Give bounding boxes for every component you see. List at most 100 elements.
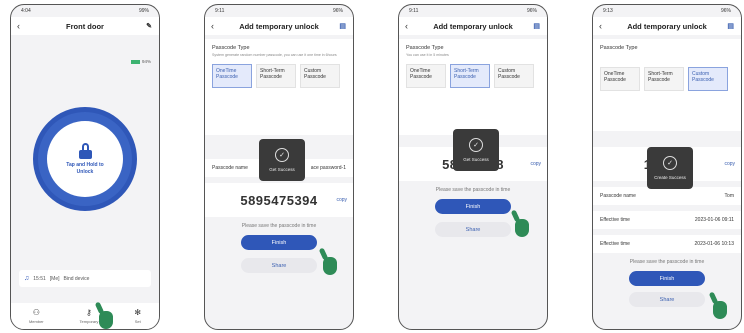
status-bar: 4:04 99% [11,5,159,17]
type-options: OneTime Passcode Short-Term Passcode Cus… [406,64,540,89]
option-shortterm[interactable]: Short-Term Passcode [256,64,296,89]
page-title: Add temporary unlock [627,21,707,31]
copy-button[interactable]: copy [336,197,347,203]
type-section: Passcode Type OneTime Passcode Short-Ter… [593,39,741,131]
person-icon: ⚇ [32,308,40,317]
nav-temporary-label: Temporary [79,319,99,324]
nav-set-label: Set [134,319,141,324]
back-icon[interactable]: ‹ [211,21,214,31]
status-time: 9:13 [603,8,613,14]
check-icon: ✓ [663,156,677,170]
hand-pointer-icon [713,301,727,319]
phone-front-door: 4:04 99% ‹ Front door ✎ 94% Tap and Hold … [10,4,160,330]
phone-shortterm: 9:11 96% ‹ Add temporary unlock ▤ Passcod… [398,4,548,330]
bell-icon: ♫ [24,275,30,282]
status-bar: 9:13 96% [593,5,741,17]
lock-icon [78,143,92,159]
header: ‹ Front door ✎ [11,17,159,35]
nav-member-label: Member [28,319,44,324]
toast-label: Get Success [269,167,295,172]
passcode-name-value: Tom [724,193,734,199]
toast-label: Create Success [654,175,686,180]
record-icon[interactable]: ▤ [727,22,734,30]
type-section: Passcode Type System generate random num… [205,39,353,135]
log-time: 15:51 [33,275,46,282]
hand-pointer-icon [323,257,337,275]
nav-member[interactable]: ⚇ Member [29,308,44,324]
share-button[interactable]: Share [241,258,317,273]
copy-button[interactable]: copy [724,161,735,167]
header: ‹ Add temporary unlock ▤ [593,17,741,35]
type-description: You can use it in 5 minutes [406,53,449,57]
end-time-row[interactable]: Effective time 2023-01-06 10:13 [593,235,741,253]
option-custom[interactable]: Custom Passcode [494,64,534,89]
edit-icon[interactable]: ✎ [146,22,152,30]
header: ‹ Add temporary unlock ▤ [399,17,547,35]
unlock-inner: Tap and Hold to Unlock [47,121,123,197]
status-time: 9:11 [409,8,419,14]
save-note: Please save the passcode in time [435,187,511,193]
check-icon: ✓ [469,138,483,152]
unlock-label: Tap and Hold to Unlock [66,162,104,175]
page-title: Add temporary unlock [433,21,513,31]
header: ‹ Add temporary unlock ▤ [205,17,353,35]
phone-custom: 9:13 96% ‹ Add temporary unlock ▤ Passcod… [592,4,742,330]
success-toast: ✓ Create Success [647,147,693,189]
passcode-value: 5895475394 [240,192,318,208]
start-time-row[interactable]: Effective time 2023-01-06 09:11 [593,211,741,229]
log-entry: ♫ 15:51 [Me] Bind device [19,270,151,287]
passcode-name-value: ace password-1 [310,165,346,171]
log-action: Bind device [63,275,90,282]
record-icon[interactable]: ▤ [533,22,540,30]
save-note: Please save the passcode in time [241,223,317,229]
save-note: Please save the passcode in time [629,259,705,265]
unlock-button[interactable]: Tap and Hold to Unlock [33,107,137,211]
battery-icon [130,59,140,64]
toast-label: Get Success [463,157,489,162]
option-onetime[interactable]: OneTime Passcode [600,67,640,91]
finish-button[interactable]: Finish [241,235,317,250]
option-custom[interactable]: Custom Passcode [300,64,340,89]
status-battery: 96% [526,8,537,14]
finish-button[interactable]: Finish [435,199,511,214]
record-icon[interactable]: ▤ [339,22,346,30]
back-icon[interactable]: ‹ [17,21,20,31]
page-title: Add temporary unlock [239,21,319,31]
back-icon[interactable]: ‹ [405,21,408,31]
success-toast: ✓ Get Success [453,129,499,171]
share-button[interactable]: Share [435,222,511,237]
status-bar: 9:11 96% [205,5,353,17]
finish-button[interactable]: Finish [629,271,705,286]
type-label: Passcode Type [600,45,638,51]
start-time-label: Effective time [600,217,630,223]
lock-battery: 94% [130,59,151,64]
phone-onetime: 9:11 96% ‹ Add temporary unlock ▤ Passcod… [204,4,354,330]
status-battery: 96% [332,8,343,14]
option-custom[interactable]: Custom Passcode [688,67,728,91]
option-onetime[interactable]: OneTime Passcode [212,64,252,89]
share-button[interactable]: Share [629,292,705,307]
status-battery: 99% [138,8,149,14]
copy-button[interactable]: copy [530,161,541,167]
bottom-nav: ⚇ Member ⚷ Temporary ✻ Set [11,303,159,329]
status-battery: 96% [720,8,731,14]
hand-pointer-icon [99,311,113,329]
option-shortterm[interactable]: Short-Term Passcode [450,64,490,89]
passcode-name-row[interactable]: Passcode name Tom [593,187,741,205]
passcode-name-label: Passcode name [600,193,636,199]
type-label: Passcode Type [212,45,250,51]
type-description: System generate random number passcode, … [212,53,337,57]
type-options: OneTime Passcode Short-Term Passcode Cus… [212,64,346,89]
passcode-name-label: Passcode name [212,165,248,171]
success-toast: ✓ Get Success [259,139,305,181]
lock-battery-label: 94% [141,59,151,64]
end-time-label: Effective time [600,241,630,247]
nav-set[interactable]: ✻ Set [134,308,141,324]
back-icon[interactable]: ‹ [599,21,602,31]
option-shortterm[interactable]: Short-Term Passcode [644,67,684,91]
nav-temporary[interactable]: ⚷ Temporary [80,308,99,324]
type-section: Passcode Type You can use it in 5 minute… [399,39,547,135]
option-onetime[interactable]: OneTime Passcode [406,64,446,89]
key-icon: ⚷ [86,308,92,317]
hand-pointer-icon [515,219,529,237]
